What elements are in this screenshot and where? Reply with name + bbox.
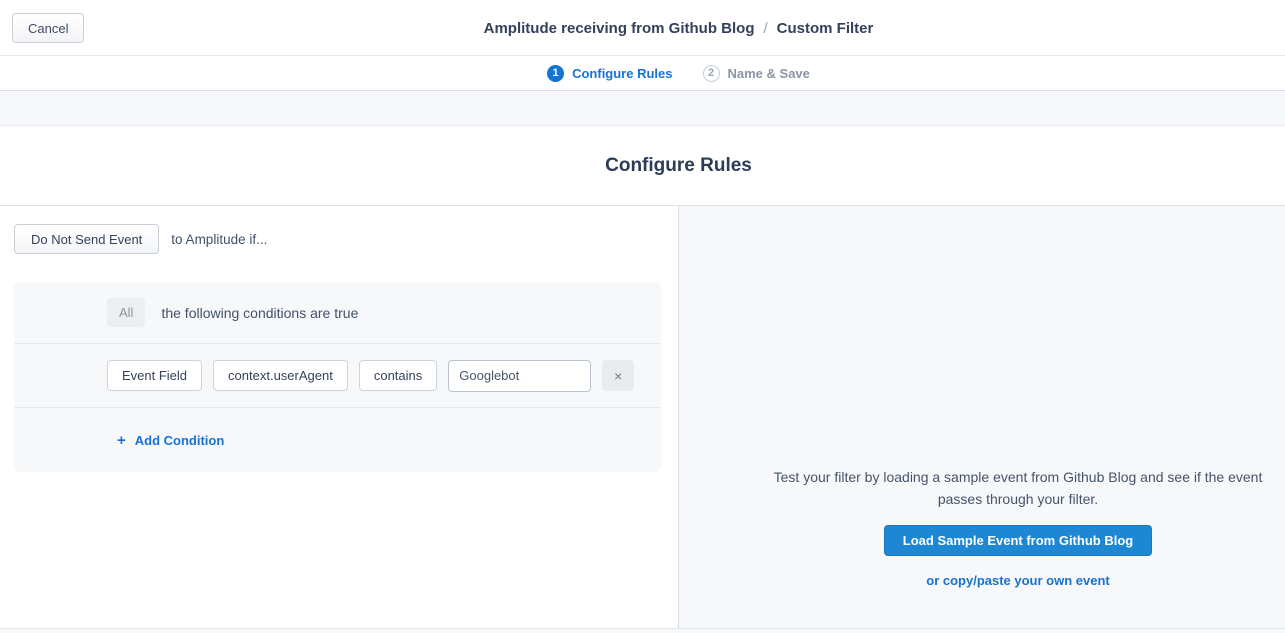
bottom-band <box>0 628 1285 633</box>
step-2-circle: 2 <box>703 65 720 82</box>
plus-icon: + <box>117 432 126 449</box>
filter-action-button[interactable]: Do Not Send Event <box>14 224 159 254</box>
add-condition-button[interactable]: + Add Condition <box>117 432 224 449</box>
app-stage: Amplitude receiving from Github Blog / C… <box>0 0 1285 633</box>
page-title: Configure Rules <box>0 155 1285 177</box>
add-condition-label: Add Condition <box>135 433 225 448</box>
app-viewport: Amplitude receiving from Github Blog / C… <box>0 0 1285 633</box>
test-filter-panel: Test your filter by loading a sample eve… <box>678 206 1285 628</box>
step-2-label: Name & Save <box>728 66 810 81</box>
step-1-circle: 1 <box>547 65 564 82</box>
condition-field-selector[interactable]: context.userAgent <box>213 360 348 391</box>
paste-own-event-link[interactable]: or copy/paste your own event <box>679 573 1285 588</box>
condition-group: All the following conditions are true Ev… <box>14 282 661 472</box>
breadcrumb-parent[interactable]: Amplitude receiving from Github Blog <box>484 20 755 37</box>
heading-area: Configure Rules <box>0 126 1285 206</box>
test-filter-description: Test your filter by loading a sample eve… <box>773 466 1263 510</box>
remove-condition-button[interactable]: × <box>602 360 634 391</box>
content-area: Do Not Send Event to Amplitude if... All… <box>0 206 1285 628</box>
condition-type-selector[interactable]: Event Field <box>107 360 202 391</box>
group-operator-suffix: the following conditions are true <box>161 305 358 321</box>
group-operator-selector[interactable]: All <box>107 298 145 327</box>
step-1-label: Configure Rules <box>572 66 672 81</box>
condition-operator-selector[interactable]: contains <box>359 360 437 391</box>
steps-bar: 1 Configure Rules 2 Name & Save <box>0 56 1285 91</box>
condition-row: Event Field context.userAgent contains × <box>14 343 661 407</box>
top-bar: Amplitude receiving from Github Blog / C… <box>0 0 1285 56</box>
breadcrumb: Amplitude receiving from Github Blog / C… <box>0 0 1285 56</box>
breadcrumb-separator: / <box>763 20 767 37</box>
filter-action-suffix: to Amplitude if... <box>171 232 267 247</box>
header-divider-band <box>0 91 1285 126</box>
test-filter-content: Test your filter by loading a sample eve… <box>679 466 1285 588</box>
add-condition-row: + Add Condition <box>14 407 661 472</box>
close-icon: × <box>614 368 622 384</box>
breadcrumb-current: Custom Filter <box>777 20 874 37</box>
step-name-and-save[interactable]: 2 Name & Save <box>703 65 810 82</box>
rules-panel: Do Not Send Event to Amplitude if... All… <box>0 206 678 628</box>
group-operator-row: All the following conditions are true <box>14 282 661 343</box>
step-configure-rules[interactable]: 1 Configure Rules <box>547 65 672 82</box>
cancel-button[interactable]: Cancel <box>12 13 84 43</box>
condition-value-input[interactable] <box>448 360 591 392</box>
load-sample-event-button[interactable]: Load Sample Event from Github Blog <box>884 525 1152 556</box>
filter-action-row: Do Not Send Event to Amplitude if... <box>14 224 267 254</box>
